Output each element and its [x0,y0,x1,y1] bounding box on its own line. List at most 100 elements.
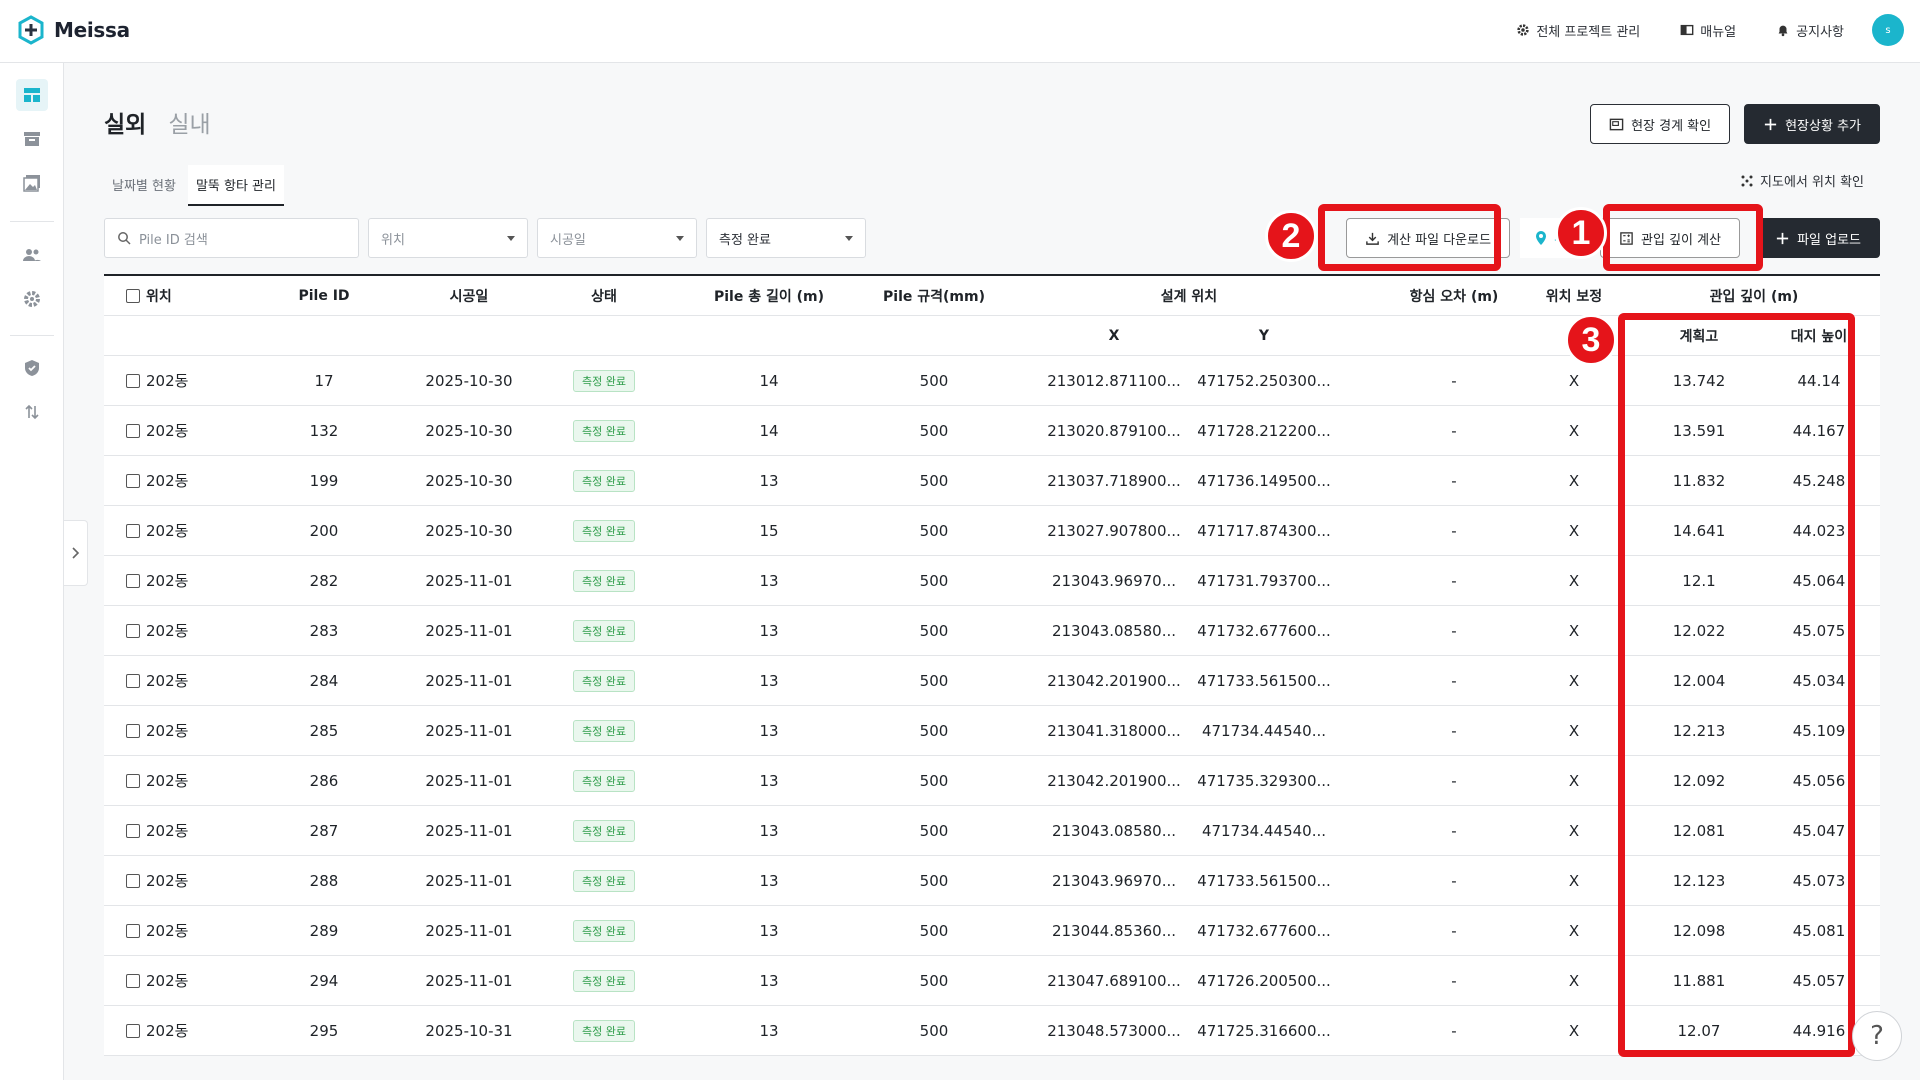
table-row[interactable]: 202동 측정 완료 132 2025-10-30 14 500 213020.879100… [104,406,1880,456]
cell-status: 측정 완료 [564,506,644,555]
cell-pile-spec: 500 [919,371,949,390]
row-checkbox[interactable] [126,473,140,488]
status-badge: 측정 완료 [573,469,635,492]
site-boundary-button[interactable]: 현장 경계 확인 [1590,104,1731,144]
status-badge: 측정 완료 [573,969,635,992]
row-checkbox[interactable] [126,923,140,938]
row-checkbox[interactable] [126,973,140,988]
location-label: 202동 [146,972,189,990]
date-select[interactable]: 시공일 [537,218,697,258]
sidebar-item-transfer[interactable] [16,396,48,428]
tab-indoor[interactable]: 실내 [168,105,210,139]
row-checkbox[interactable] [126,673,140,688]
header-position-correction[interactable]: 위치 보정 [1524,276,1624,315]
cell-pile-id: 17 [314,371,334,390]
avatar[interactable]: s [1872,14,1904,46]
subtab-daily-status[interactable]: 날짜별 현황 [104,165,184,206]
row-checkbox[interactable] [126,423,140,438]
row-checkbox[interactable] [126,723,140,738]
row-checkbox[interactable] [126,523,140,538]
plus-icon [1776,232,1789,244]
annotation-number-3: 3 [1565,314,1617,366]
cell-error: - [1451,971,1457,990]
map-frame-icon [1609,118,1624,130]
row-checkbox[interactable] [126,623,140,638]
sidebar-expand-button[interactable] [64,520,88,586]
cell-position-correction: X [1568,771,1580,790]
cell-position-correction: X [1568,971,1580,990]
file-upload-button[interactable]: 파일 업로드 [1756,218,1880,258]
header-pile-length[interactable]: Pile 총 길이 (m) [694,276,844,315]
cell-position-correction: X [1568,821,1580,840]
cell-position-correction: X [1568,671,1580,690]
header-y[interactable]: Y [1194,316,1334,355]
status-select[interactable]: 측정 완료 [706,218,866,258]
sidebar-item-settings[interactable] [16,283,48,315]
cell-x: 213043.96970... [1051,871,1177,890]
cell-location: 202동 [126,506,188,555]
table-row[interactable]: 202동 측정 완료 282 2025-11-01 13 500 213043.96970.… [104,556,1880,606]
location-label: 202동 [146,522,189,540]
cell-position-correction: X [1568,621,1580,640]
table-row[interactable]: 202동 측정 완료 287 2025-11-01 13 500 213043.08580.… [104,806,1880,856]
header-status[interactable]: 상태 [564,276,644,315]
cell-location: 202동 [126,906,188,955]
header-pile-spec[interactable]: Pile 규격(mm) [864,276,1004,315]
sidebar-item-gallery[interactable] [16,167,48,199]
cell-pile-length: 13 [759,721,779,740]
row-checkbox[interactable] [126,1023,140,1038]
sidebar-item-security[interactable] [16,352,48,384]
table-row[interactable]: 202동 측정 완료 295 2025-10-31 13 500 213048.573000… [104,1006,1880,1056]
cell-status: 측정 완료 [564,706,644,755]
table-row[interactable]: 202동 측정 완료 200 2025-10-30 15 500 213027.907800… [104,506,1880,556]
row-checkbox[interactable] [126,873,140,888]
cell-error: - [1451,1021,1457,1040]
cell-date: 2025-11-01 [425,771,513,790]
cell-pile-spec: 500 [919,471,949,490]
map-location-check[interactable]: 지도에서 위치 확인 [1740,171,1864,190]
nav-label: 전체 프로젝트 관리 [1536,24,1641,40]
cell-date: 2025-11-01 [425,571,513,590]
location-select[interactable]: 위치 [368,218,528,258]
nav-manual[interactable]: 매뉴얼 [1680,21,1736,40]
cell-date: 2025-11-01 [425,721,513,740]
add-site-status-button[interactable]: 현장상황 추가 [1744,104,1880,144]
cell-error: - [1451,371,1457,390]
table-row[interactable]: 202동 측정 완료 285 2025-11-01 13 500 213041.318000… [104,706,1880,756]
nav-project-management[interactable]: 전체 프로젝트 관리 [1516,21,1640,40]
cell-y: 471733.561500... [1197,671,1331,690]
table-row[interactable]: 202동 측정 완료 283 2025-11-01 13 500 213043.08580.… [104,606,1880,656]
sidebar-item-archive[interactable] [16,123,48,155]
sidebar-item-dashboard[interactable] [16,79,48,111]
row-checkbox[interactable] [126,773,140,788]
table-row[interactable]: 202동 측정 완료 284 2025-11-01 13 500 213042.201900… [104,656,1880,706]
cell-date: 2025-11-01 [425,921,513,940]
app-logo[interactable]: Meissa [16,15,130,45]
row-checkbox[interactable] [126,373,140,388]
row-checkbox[interactable] [126,573,140,588]
table-row[interactable]: 202동 측정 완료 286 2025-11-01 13 500 213042.201900… [104,756,1880,806]
location-label: 202동 [146,922,189,940]
help-button[interactable]: ? [1852,1011,1902,1061]
table-row[interactable]: 202동 측정 완료 17 2025-10-30 14 500 213012.871100.… [104,356,1880,406]
table-row[interactable]: 202동 측정 완료 294 2025-11-01 13 500 213047.689100… [104,956,1880,1006]
table-row[interactable]: 202동 측정 완료 199 2025-10-30 13 500 213037.718900… [104,456,1880,506]
sidebar-item-users[interactable] [16,239,48,271]
header-error[interactable]: 항심 오차 (m) [1384,276,1524,315]
tab-outdoor[interactable]: 실외 [104,105,146,139]
status-badge: 측정 완료 [573,569,635,592]
chevron-down-icon [507,236,515,241]
subtab-pile-management[interactable]: 말뚝 항타 관리 [187,165,284,206]
nav-notice[interactable]: 공지사항 [1776,21,1844,40]
chevron-down-icon [676,236,684,241]
cell-date: 2025-10-30 [425,421,513,440]
header-pile-id[interactable]: Pile ID [274,276,374,315]
location-label: 202동 [146,822,189,840]
select-all-checkbox[interactable] [126,288,140,303]
search-input[interactable]: Pile ID 검색 [104,218,359,258]
header-x[interactable]: X [1044,316,1184,355]
row-checkbox[interactable] [126,823,140,838]
table-row[interactable]: 202동 측정 완료 288 2025-11-01 13 500 213043.96970.… [104,856,1880,906]
header-date[interactable]: 시공일 [414,276,524,315]
table-row[interactable]: 202동 측정 완료 289 2025-11-01 13 500 213044.85360.… [104,906,1880,956]
